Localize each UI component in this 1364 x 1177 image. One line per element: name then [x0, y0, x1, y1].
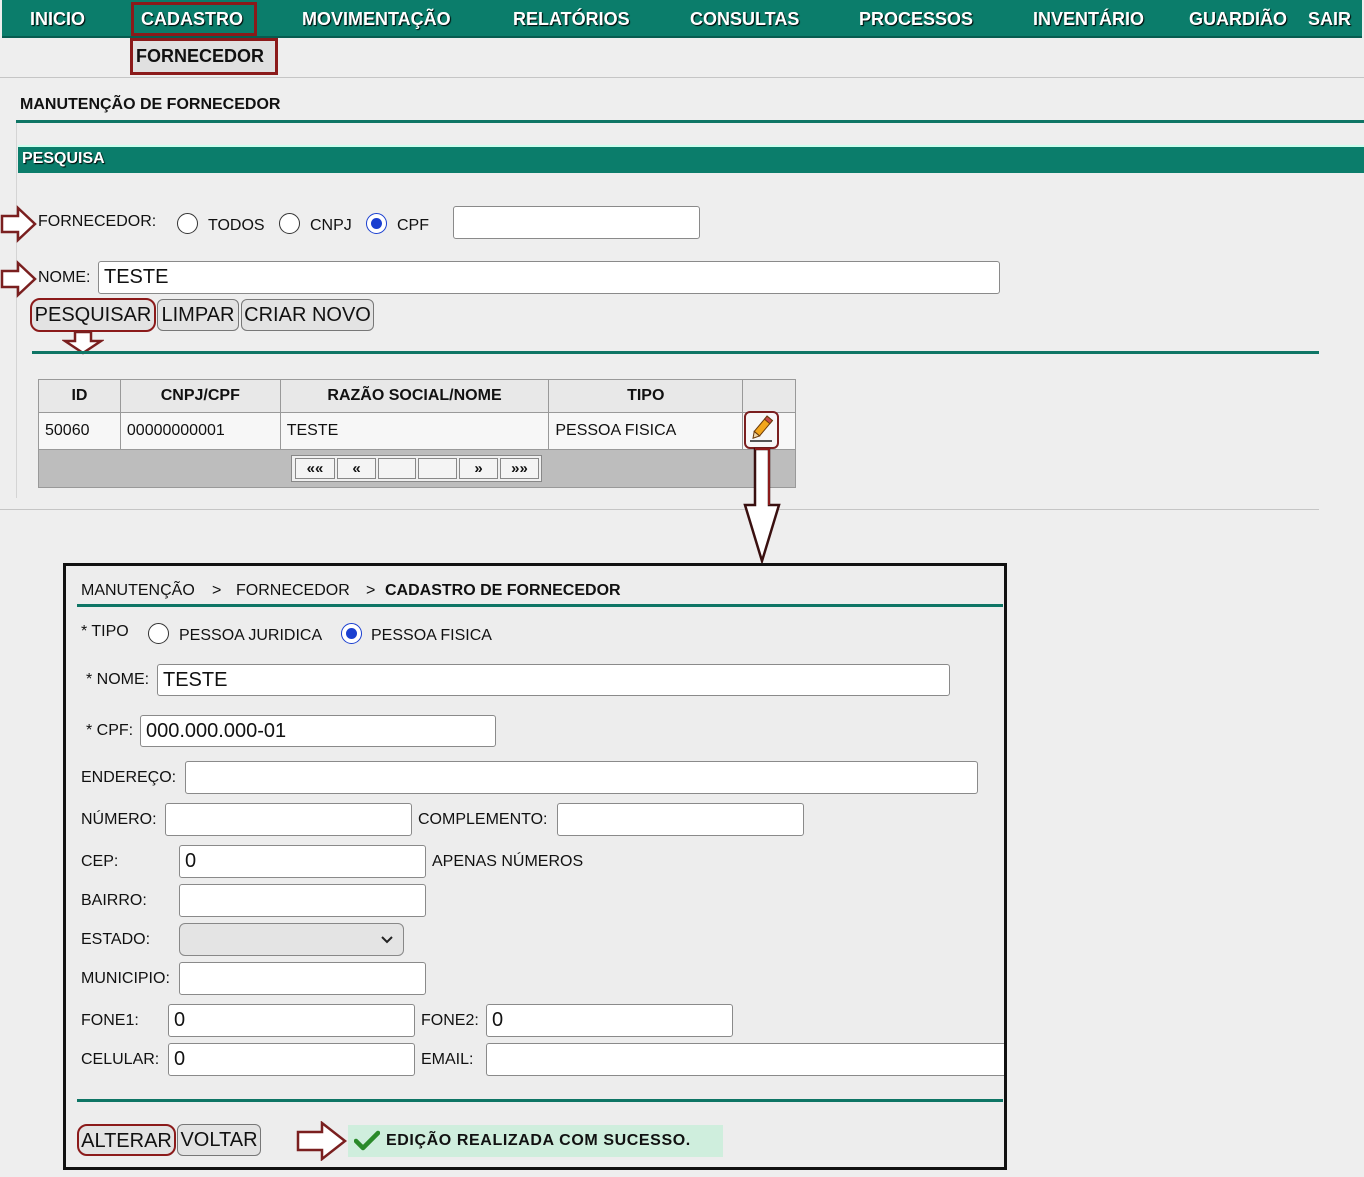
results-rule: [32, 351, 1319, 354]
title-rule: [16, 120, 1364, 123]
radio-todos-label: TODOS: [208, 217, 265, 234]
cadastro-highlight: [131, 2, 257, 36]
form-actions-rule: [77, 1099, 1003, 1102]
radio-cnpj[interactable]: [279, 213, 300, 234]
bairro-label: BAIRRO:: [81, 892, 147, 909]
cep-hint: APENAS NÚMEROS: [432, 853, 584, 870]
pesquisa-label: PESQUISA: [22, 150, 105, 167]
table-row: 50060 00000000001 TESTE PESSOA FISICA: [38, 412, 796, 450]
cell-tipo: PESSOA FISICA: [548, 412, 744, 450]
col-header-doc: CNPJ/CPF: [119, 379, 281, 413]
numero-label: NÚMERO:: [81, 811, 157, 828]
pager-page-slot[interactable]: [418, 458, 457, 479]
nome-input[interactable]: TESTE: [98, 261, 1000, 294]
cep-input[interactable]: 0: [179, 845, 426, 878]
pager-prev[interactable]: «: [337, 458, 376, 479]
endereco-label: ENDEREÇO:: [81, 769, 177, 786]
edit-button[interactable]: [744, 411, 779, 449]
left-border: [16, 120, 17, 498]
arrow-right-icon: [0, 205, 37, 243]
fornecedor-label: FORNECEDOR:: [38, 213, 157, 230]
pager-page-slot[interactable]: [378, 458, 416, 479]
breadcrumb-separator: >: [212, 582, 222, 599]
pager-first[interactable]: ««: [295, 458, 335, 479]
pesquisa-header: [18, 145, 1364, 173]
form-nome-label: * NOME:: [86, 671, 150, 688]
nav-consultas[interactable]: CONSULTAS: [690, 0, 799, 38]
nav-movimentacao[interactable]: MOVIMENTAÇÃO: [302, 0, 451, 38]
radio-pessoa-juridica[interactable]: [148, 623, 169, 644]
breadcrumb-item[interactable]: FORNECEDOR: [236, 582, 350, 600]
pesquisar-button[interactable]: PESQUISAR: [30, 298, 156, 332]
radio-cnpj-label: CNPJ: [310, 217, 352, 234]
complemento-input[interactable]: [557, 803, 804, 836]
pencil-icon: [750, 415, 774, 442]
numero-input[interactable]: [165, 803, 412, 836]
checkmark-icon: [354, 1130, 380, 1151]
estado-select[interactable]: [179, 923, 404, 956]
nav-sair[interactable]: SAIR: [1308, 0, 1351, 38]
bairro-input[interactable]: [179, 884, 426, 917]
fone2-input[interactable]: 0: [486, 1004, 733, 1037]
col-header-nome: RAZÃO SOCIAL/NOME: [279, 379, 550, 413]
arrow-right-icon: [296, 1121, 348, 1161]
celular-input[interactable]: 0: [168, 1043, 415, 1076]
cep-label: CEP:: [81, 853, 119, 870]
col-header-tipo: TIPO: [548, 379, 744, 413]
breadcrumb-current: CADASTRO DE FORNECEDOR: [385, 582, 621, 599]
cell-nome: TESTE: [279, 412, 550, 450]
fone1-input[interactable]: 0: [168, 1004, 415, 1037]
submenu-fornecedor[interactable]: FORNECEDOR: [130, 38, 278, 75]
nav-inicio[interactable]: INICIO: [30, 0, 85, 38]
document-input[interactable]: [453, 206, 700, 239]
municipio-label: MUNICIPIO:: [81, 970, 170, 987]
arrow-down-icon: [743, 447, 781, 565]
celular-label: CELULAR:: [81, 1051, 160, 1068]
limpar-button[interactable]: LIMPAR: [157, 299, 239, 331]
nome-label: NOME:: [38, 269, 91, 286]
radio-cpf-label: CPF: [397, 217, 429, 234]
pager-next[interactable]: »: [459, 458, 498, 479]
radio-todos[interactable]: [177, 213, 198, 234]
radio-pessoa-fisica[interactable]: [341, 623, 362, 644]
breadcrumb-rule: [77, 604, 1003, 607]
divider: [0, 509, 1319, 510]
breadcrumb-separator: >: [366, 582, 376, 599]
radio-cpf[interactable]: [366, 213, 387, 234]
cell-id: 50060: [38, 412, 121, 450]
divider: [0, 77, 1364, 78]
radio-pessoa-fisica-label: PESSOA FISICA: [371, 627, 492, 644]
form-nome-input[interactable]: TESTE: [157, 664, 950, 696]
nav-processos[interactable]: PROCESSOS: [859, 0, 973, 38]
fone2-label: FONE2:: [421, 1012, 479, 1029]
municipio-input[interactable]: [179, 962, 426, 995]
table-header-row: ID CNPJ/CPF RAZÃO SOCIAL/NOME TIPO: [38, 379, 796, 413]
alterar-button[interactable]: ALTERAR: [77, 1124, 176, 1156]
email-input[interactable]: [486, 1043, 1004, 1076]
nav-inventario[interactable]: INVENTÁRIO: [1033, 0, 1144, 38]
col-header-actions: [742, 379, 796, 413]
arrow-right-icon: [0, 260, 37, 298]
endereco-input[interactable]: [185, 761, 978, 794]
complemento-label: COMPLEMENTO:: [418, 811, 548, 828]
page-title: MANUTENÇÃO DE FORNECEDOR: [20, 96, 281, 113]
nav-guardiao[interactable]: GUARDIÃO: [1189, 0, 1287, 38]
pager-last[interactable]: »»: [500, 458, 539, 479]
cpf-label: * CPF:: [86, 722, 134, 739]
tipo-label: * TIPO: [81, 623, 129, 640]
voltar-button[interactable]: VOLTAR: [177, 1124, 261, 1156]
estado-label: ESTADO:: [81, 931, 151, 948]
fone1-label: FONE1:: [81, 1012, 139, 1029]
chevron-down-icon: [381, 936, 393, 944]
breadcrumb-item[interactable]: MANUTENÇÃO: [81, 582, 195, 600]
radio-pessoa-juridica-label: PESSOA JURIDICA: [179, 627, 323, 644]
cell-doc: 00000000001: [119, 412, 281, 450]
cpf-input[interactable]: 000.000.000-01: [140, 715, 496, 747]
success-message: EDIÇÃO REALIZADA COM SUCESSO.: [386, 1132, 691, 1149]
nav-relatorios[interactable]: RELATÓRIOS: [513, 0, 630, 38]
col-header-id: ID: [38, 379, 121, 413]
email-label: EMAIL:: [421, 1051, 474, 1068]
results-table: ID CNPJ/CPF RAZÃO SOCIAL/NOME TIPO 50060…: [38, 379, 796, 450]
criar-novo-button[interactable]: CRIAR NOVO: [241, 299, 374, 331]
